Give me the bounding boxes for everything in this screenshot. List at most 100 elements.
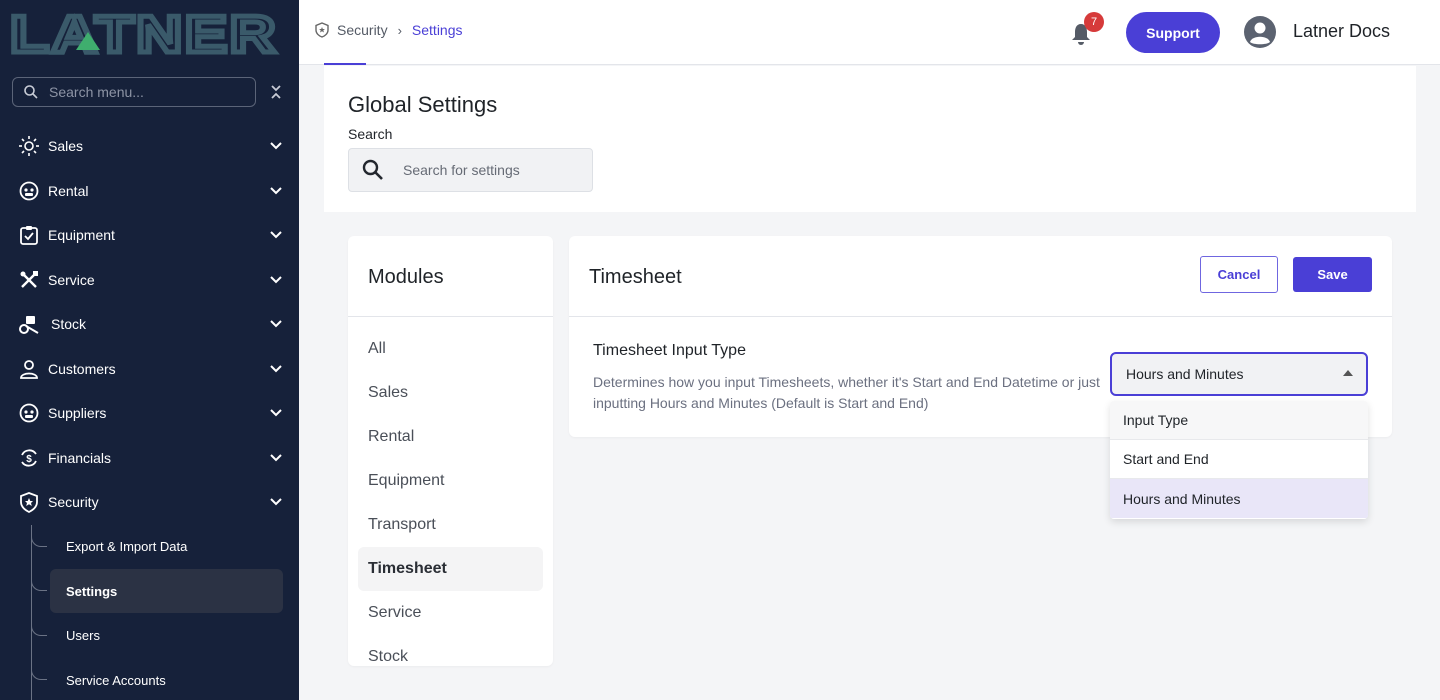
notification-badge: 7 <box>1084 12 1104 32</box>
menu-search[interactable] <box>12 77 256 107</box>
shield-icon <box>18 491 40 514</box>
dollar-cycle-icon: $ <box>18 447 40 469</box>
page-title: Global Settings <box>348 92 498 117</box>
input-type-select[interactable]: Hours and Minutes <box>1110 352 1368 396</box>
chevron-down-icon <box>270 498 282 506</box>
chevron-down-icon <box>270 231 282 239</box>
module-item-equipment[interactable]: Equipment <box>358 459 543 503</box>
module-item-rental[interactable]: Rental <box>358 415 543 459</box>
tree-connector <box>31 658 47 680</box>
sidebar-item-equipment[interactable]: Equipment <box>0 213 299 258</box>
chevron-down-icon <box>270 276 282 284</box>
settings-search-input[interactable] <box>403 162 583 178</box>
sidebar-item-stock[interactable]: Stock <box>0 302 299 347</box>
svg-text:$: $ <box>26 454 32 465</box>
forklift-icon <box>18 313 40 335</box>
search-icon <box>24 85 38 99</box>
sidebar-subitem-label: Users <box>66 628 100 644</box>
chevron-right-icon: › <box>397 22 402 38</box>
sidebar-item-label: Rental <box>48 182 89 199</box>
tree-connector <box>31 524 47 547</box>
sidebar-nav: Sales Rental Equipment Service Stock Cus… <box>0 124 299 700</box>
tree-connector <box>31 569 47 591</box>
sidebar-item-label: Service <box>48 271 95 288</box>
save-button[interactable]: Save <box>1293 257 1372 292</box>
field-title: Timesheet Input Type <box>593 342 746 359</box>
sidebar-item-suppliers[interactable]: Suppliers <box>0 391 299 436</box>
user-avatar-icon[interactable] <box>1244 16 1276 48</box>
tools-icon <box>18 269 40 291</box>
sidebar-item-sales[interactable]: Sales <box>0 124 299 169</box>
sidebar-item-label: Stock <box>51 316 87 333</box>
sidebar-item-label: Customers <box>48 360 116 377</box>
chevron-down-icon <box>270 409 282 417</box>
sidebar-subitem-settings[interactable]: Settings <box>0 569 299 614</box>
breadcrumb: Security › Settings <box>315 22 463 38</box>
sidebar-item-label: Security <box>48 494 99 511</box>
tree-connector <box>31 613 47 636</box>
brand-logo: LATNER <box>10 10 279 56</box>
modules-title: Modules <box>368 266 444 288</box>
module-item-all[interactable]: All <box>358 327 543 371</box>
field-description: Determines how you input Timesheets, whe… <box>593 374 1100 411</box>
sidebar-subitem-label: Service Accounts <box>66 672 166 688</box>
breadcrumb-security[interactable]: Security <box>337 22 388 38</box>
dropdown-option-hours-minutes[interactable]: Hours and Minutes <box>1110 479 1368 518</box>
search-label: Search <box>348 126 393 142</box>
chevron-down-icon <box>270 365 282 373</box>
shield-icon <box>315 22 329 38</box>
svg-text:LATNER: LATNER <box>10 10 278 56</box>
menu-search-input[interactable] <box>49 84 239 100</box>
active-tab-indicator <box>324 63 366 65</box>
module-item-stock[interactable]: Stock <box>358 635 543 666</box>
robot-face-icon <box>18 402 40 424</box>
sidebar-item-label: Sales <box>48 138 84 155</box>
support-button[interactable]: Support <box>1126 12 1220 53</box>
divider <box>348 316 553 317</box>
clipboard-check-icon <box>18 224 40 246</box>
sidebar-subitem-label: Export & Import Data <box>66 539 188 555</box>
search-icon <box>362 159 383 180</box>
select-value: Hours and Minutes <box>1126 366 1244 382</box>
sidebar-item-label: Suppliers <box>48 405 107 422</box>
sun-radiate-icon <box>18 135 40 157</box>
module-list: All Sales Rental Equipment Transport Tim… <box>358 327 543 666</box>
input-type-dropdown: Input Type Start and End Hours and Minut… <box>1110 401 1368 519</box>
breadcrumb-settings[interactable]: Settings <box>412 22 463 38</box>
dropdown-option-header: Input Type <box>1110 401 1368 440</box>
topbar: Security › Settings 7 Support Latner Doc… <box>299 0 1440 65</box>
sidebar-item-label: Financials <box>48 449 112 466</box>
sidebar-item-rental[interactable]: Rental <box>0 169 299 214</box>
sidebar-item-service[interactable]: Service <box>0 258 299 303</box>
sidebar-item-security[interactable]: Security <box>0 480 299 525</box>
sidebar: LATNER Sales Rental Equipment Service <box>0 0 299 700</box>
person-icon <box>18 358 40 380</box>
divider <box>569 316 1392 317</box>
collapse-sidebar-icon[interactable] <box>268 82 284 102</box>
security-submenu: Export & Import Data Settings Users Serv… <box>0 524 299 700</box>
dropdown-option-start-end[interactable]: Start and End <box>1110 440 1368 479</box>
sidebar-subitem-service-accounts[interactable]: Service Accounts <box>0 658 299 700</box>
chevron-down-icon <box>270 320 282 328</box>
chevron-down-icon <box>270 142 282 150</box>
chevron-down-icon <box>270 454 282 462</box>
sidebar-item-customers[interactable]: Customers <box>0 347 299 392</box>
settings-search[interactable] <box>348 148 593 192</box>
caret-up-icon <box>1343 370 1353 376</box>
sidebar-item-financials[interactable]: $ Financials <box>0 436 299 481</box>
module-item-sales[interactable]: Sales <box>358 371 543 415</box>
modules-panel: Modules All Sales Rental Equipment Trans… <box>348 236 553 666</box>
sidebar-subitem-users[interactable]: Users <box>0 613 299 659</box>
module-item-timesheet[interactable]: Timesheet <box>358 547 543 591</box>
robot-face-icon <box>18 180 40 202</box>
sidebar-item-label: Equipment <box>48 227 115 244</box>
sidebar-subitem-export-import[interactable]: Export & Import Data <box>0 524 299 570</box>
module-item-transport[interactable]: Transport <box>358 503 543 547</box>
user-name[interactable]: Latner Docs <box>1293 21 1390 42</box>
sidebar-subitem-label: Settings <box>66 583 118 599</box>
timesheet-title: Timesheet <box>589 266 682 288</box>
module-item-service[interactable]: Service <box>358 591 543 635</box>
chevron-down-icon <box>270 187 282 195</box>
settings-header: Global Settings Search <box>324 66 1416 212</box>
cancel-button[interactable]: Cancel <box>1200 256 1278 293</box>
